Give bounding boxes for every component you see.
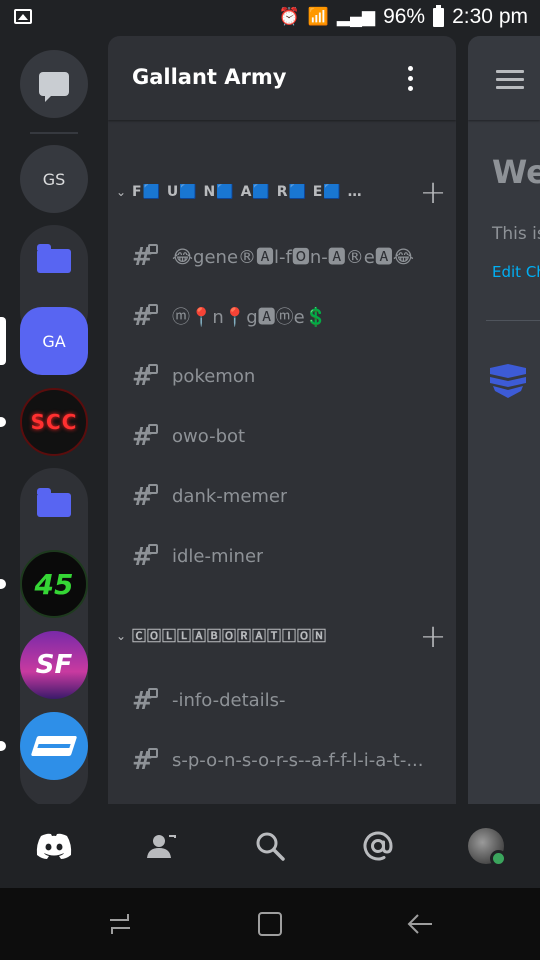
add-channel-button[interactable]: + <box>418 620 448 652</box>
android-navigation-bar <box>0 888 540 960</box>
hamburger-menu-icon[interactable] <box>496 70 524 94</box>
chat-bubble-icon <box>39 72 69 102</box>
chat-panel-peek[interactable]: We This is Edit Ch <box>468 36 540 804</box>
more-options-icon[interactable] <box>407 66 415 92</box>
channel-item[interactable]: # owo-bot <box>132 414 442 458</box>
chevron-down-icon: ⌄ <box>116 629 127 643</box>
channel-name: -info-details- <box>172 689 286 711</box>
server-icon-45[interactable]: 45 <box>20 550 88 618</box>
channel-name: 😂gene®🅰l-f🅾n-🅰®e🅰😂 <box>172 247 414 268</box>
battery-percent: 96% <box>383 5 426 28</box>
bot-shield-icon <box>490 364 526 398</box>
category-name: F🟦 U🟦 N🟦 A🟦 R🟦 E🟦 … <box>132 184 363 200</box>
gallery-notification-icon <box>14 9 32 24</box>
channel-item[interactable]: # pokemon <box>132 354 442 398</box>
category-name: 🄲🄾🄻🄻🄰🄱🄾🅁🄰🅃🄸🄾🄽 <box>132 629 327 645</box>
locked-channel-icon: # <box>132 422 158 451</box>
locked-channel-icon: # <box>132 302 158 331</box>
edit-channel-link[interactable]: Edit Ch <box>492 263 540 281</box>
mentions-icon[interactable] <box>356 824 400 868</box>
channel-item[interactable]: # -info-details- <box>132 678 442 722</box>
welcome-heading: We <box>492 153 540 191</box>
channel-item[interactable]: # ⓜ📍n📍g🅰ⓜe💲 <box>132 294 442 338</box>
channel-item[interactable]: # s-p-o-n-s-o-r-s--a-f-f-l-i-a-t-... <box>132 738 442 782</box>
channel-name: dank-memer <box>172 485 288 507</box>
bench-icon <box>30 736 78 756</box>
category-header[interactable]: ⌄ 🄲🄾🄻🄻🄰🄱🄾🅁🄰🅃🄸🄾🄽 + <box>116 620 448 652</box>
bottom-navigation <box>0 804 540 888</box>
selected-server-indicator <box>0 317 6 365</box>
welcome-text: This is <box>492 224 540 244</box>
avatar <box>468 828 507 867</box>
status-bar: ⏰ 📶 ▂▄▆ 96% 2:30 pm <box>0 0 540 36</box>
home-icon[interactable] <box>250 906 290 942</box>
folder-icon[interactable] <box>37 244 71 273</box>
unread-indicator <box>0 741 6 751</box>
server-icon-bench[interactable] <box>20 712 88 780</box>
rail-divider <box>30 132 78 134</box>
server-header[interactable]: Gallant Army <box>108 36 456 120</box>
battery-icon <box>433 4 445 27</box>
unread-indicator <box>0 579 6 589</box>
channel-item[interactable]: # 😂gene®🅰l-f🅾n-🅰®e🅰😂 <box>132 234 442 278</box>
locked-channel-icon: # <box>132 362 158 391</box>
category-header[interactable]: ⌄ F🟦 U🟦 N🟦 A🟦 R🟦 E🟦 … + <box>116 176 448 208</box>
locked-channel-icon: # <box>132 242 158 271</box>
channel-name: owo-bot <box>172 425 246 447</box>
channel-name: s-p-o-n-s-o-r-s--a-f-f-l-i-a-t-... <box>172 749 424 771</box>
search-icon[interactable] <box>248 824 292 868</box>
back-icon[interactable] <box>400 906 440 942</box>
friends-icon[interactable] <box>140 824 184 868</box>
channel-name: ⓜ📍n📍g🅰ⓜe💲 <box>172 307 328 328</box>
discord-home-icon[interactable] <box>32 824 76 868</box>
direct-messages-button[interactable] <box>20 50 88 118</box>
alarm-icon: ⏰ <box>278 7 300 26</box>
server-icon-sf[interactable]: SF <box>20 631 88 699</box>
add-channel-button[interactable]: + <box>418 176 448 208</box>
channel-item[interactable]: # dank-memer <box>132 474 442 518</box>
server-label: 45 <box>34 567 74 601</box>
status-indicators: ⏰ 📶 ▂▄▆ 96% 2:30 pm <box>278 4 528 29</box>
user-avatar[interactable] <box>464 824 508 868</box>
divider <box>486 320 540 321</box>
server-name: Gallant Army <box>132 65 287 89</box>
locked-channel-icon: # <box>132 542 158 571</box>
folder-icon[interactable] <box>37 488 71 517</box>
server-rail: GS GA SCC 45 SF <box>0 36 108 804</box>
server-icon-gs[interactable]: GS <box>20 145 88 213</box>
unread-indicator <box>0 417 6 427</box>
server-icon-ga[interactable]: GA <box>20 307 88 375</box>
recents-icon[interactable] <box>100 906 140 942</box>
server-label: SCC <box>30 410 78 434</box>
server-label: SF <box>35 650 73 680</box>
channel-name: idle-miner <box>172 545 264 567</box>
locked-channel-icon: # <box>132 746 158 775</box>
channel-item[interactable]: # idle-miner <box>132 534 442 578</box>
locked-channel-icon: # <box>132 686 158 715</box>
server-icon-scc[interactable]: SCC <box>20 388 88 456</box>
chevron-down-icon: ⌄ <box>116 185 127 199</box>
clock: 2:30 pm <box>452 5 528 28</box>
signal-icon: ▂▄▆ <box>336 7 376 26</box>
chat-header <box>468 36 540 120</box>
server-label: GA <box>42 331 66 351</box>
channel-name: pokemon <box>172 365 256 387</box>
locked-channel-icon: # <box>132 482 158 511</box>
channel-list-panel: Gallant Army ⌄ F🟦 U🟦 N🟦 A🟦 R🟦 E🟦 … + # 😂… <box>108 36 456 804</box>
wifi-icon: 📶 <box>307 7 329 26</box>
server-label: GS <box>42 169 66 189</box>
